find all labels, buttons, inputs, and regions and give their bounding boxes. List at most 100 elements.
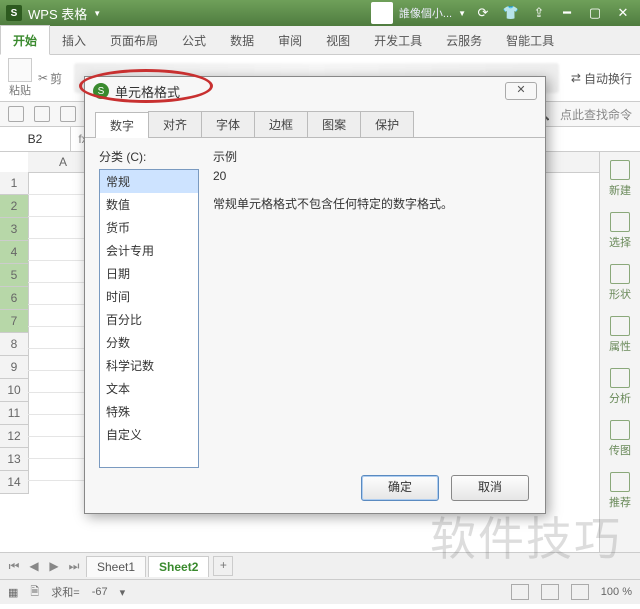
sidepanel-analyze[interactable]: 分析 [609, 368, 631, 406]
category-item[interactable]: 特殊 [100, 400, 198, 423]
row-header[interactable]: 5 [0, 264, 28, 287]
sheet-tab[interactable]: Sheet1 [86, 556, 146, 577]
paste-label: 粘贴 [9, 82, 31, 98]
row-header[interactable]: 8 [0, 333, 28, 356]
row-header[interactable]: 9 [0, 356, 28, 379]
ribbon-tab-9[interactable]: 智能工具 [494, 26, 566, 54]
user-avatar[interactable] [371, 2, 393, 24]
row-header[interactable]: 13 [0, 448, 28, 471]
category-item[interactable]: 时间 [100, 285, 198, 308]
app-logo: S [6, 5, 22, 21]
row-header[interactable]: 11 [0, 402, 28, 425]
save-icon[interactable] [34, 106, 50, 122]
category-item[interactable]: 分数 [100, 331, 198, 354]
image-icon [610, 420, 630, 440]
ribbon-tab-5[interactable]: 审阅 [266, 26, 314, 54]
skin-icon[interactable]: 👕 [500, 4, 522, 22]
user-dropdown-icon[interactable]: ▼ [458, 9, 466, 18]
analyze-icon [610, 368, 630, 388]
name-box[interactable]: B2 [0, 127, 71, 151]
open-icon[interactable] [8, 106, 24, 122]
dialog-tab-4[interactable]: 图案 [307, 111, 361, 137]
sheet-nav-prev[interactable]: ◀ [26, 559, 42, 573]
sheet-nav-first[interactable]: ⏮ [6, 559, 22, 574]
command-search-hint[interactable]: 点此查找命令 [560, 106, 632, 123]
row-header[interactable]: 14 [0, 471, 28, 494]
ribbon-tab-3[interactable]: 公式 [170, 26, 218, 54]
view-break[interactable] [571, 584, 589, 600]
ok-button[interactable]: 确定 [361, 475, 439, 501]
sidepanel-image[interactable]: 传图 [609, 420, 631, 458]
row-header[interactable]: 6 [0, 287, 28, 310]
category-label: 分类 (C): [99, 148, 199, 165]
category-item[interactable]: 日期 [100, 262, 198, 285]
print-icon[interactable] [60, 106, 76, 122]
category-item[interactable]: 文本 [100, 377, 198, 400]
sidepanel-label: 传图 [609, 442, 631, 458]
category-item[interactable]: 货币 [100, 216, 198, 239]
cancel-button[interactable]: 取消 [451, 475, 529, 501]
sidepanel-new[interactable]: 新建 [609, 160, 631, 198]
close-button[interactable]: ✕ [612, 4, 634, 22]
sum-value: -67 [92, 586, 108, 598]
category-list[interactable]: 常规数值货币会计专用日期时间百分比分数科学记数文本特殊自定义 [99, 169, 199, 468]
category-item[interactable]: 数值 [100, 193, 198, 216]
category-item[interactable]: 常规 [100, 170, 198, 193]
ribbon-tab-4[interactable]: 数据 [218, 26, 266, 54]
title-dropdown-icon[interactable]: ▼ [93, 9, 101, 18]
category-item[interactable]: 百分比 [100, 308, 198, 331]
dialog-tab-1[interactable]: 对齐 [148, 111, 202, 137]
add-sheet-button[interactable]: + [213, 556, 233, 576]
paste-button[interactable]: 粘贴 [8, 58, 32, 98]
sidepanel-recommend[interactable]: 推荐 [609, 472, 631, 510]
sidepanel-label: 选择 [609, 234, 631, 250]
sidepanel-label: 新建 [609, 182, 631, 198]
ribbon-tab-1[interactable]: 插入 [50, 26, 98, 54]
cloud-icon[interactable]: ⟳ [472, 4, 494, 22]
cut-button[interactable]: ✂ 剪 [38, 70, 62, 87]
autowrap-button[interactable]: ⇄ 自动换行 [571, 70, 632, 87]
example-value: 20 [213, 169, 531, 183]
category-item[interactable]: 科学记数 [100, 354, 198, 377]
ribbon-tab-7[interactable]: 开发工具 [362, 26, 434, 54]
ribbon-tab-2[interactable]: 页面布局 [98, 26, 170, 54]
share-icon[interactable]: ⇪ [528, 4, 550, 22]
recommend-icon [610, 472, 630, 492]
sheet-tab[interactable]: Sheet2 [148, 556, 209, 577]
layout-icon[interactable]: ▦ [8, 586, 18, 599]
autowrap-label: 自动换行 [584, 70, 632, 87]
zoom-value[interactable]: 100 % [601, 586, 632, 598]
row-header[interactable]: 7 [0, 310, 28, 333]
ribbon-tab-0[interactable]: 开始 [0, 25, 50, 55]
row-header[interactable]: 2 [0, 195, 28, 218]
doc-icon[interactable]: 🗎 [30, 583, 39, 602]
row-header[interactable]: 10 [0, 379, 28, 402]
dialog-tab-5[interactable]: 保护 [360, 111, 414, 137]
sidepanel-label: 分析 [609, 390, 631, 406]
sheet-nav-next[interactable]: ▶ [46, 559, 62, 573]
dialog-tab-3[interactable]: 边框 [254, 111, 308, 137]
category-item[interactable]: 自定义 [100, 423, 198, 446]
row-header[interactable]: 3 [0, 218, 28, 241]
sheet-nav-last[interactable]: ⏭ [66, 559, 82, 574]
scissors-icon: ✂ [38, 71, 48, 85]
dialog-tabs: 数字对齐字体边框图案保护 [85, 105, 545, 138]
status-dropdown-icon[interactable]: ▾ [120, 586, 126, 599]
row-header[interactable]: 12 [0, 425, 28, 448]
ribbon-tab-6[interactable]: 视图 [314, 26, 362, 54]
row-header[interactable]: 4 [0, 241, 28, 264]
dialog-tab-2[interactable]: 字体 [201, 111, 255, 137]
sidepanel-select[interactable]: 选择 [609, 212, 631, 250]
category-item[interactable]: 会计专用 [100, 239, 198, 262]
ribbon-tab-8[interactable]: 云服务 [434, 26, 494, 54]
row-header[interactable]: 1 [0, 172, 28, 195]
sidepanel-shape[interactable]: 形状 [609, 264, 631, 302]
view-normal[interactable] [511, 584, 529, 600]
view-page[interactable] [541, 584, 559, 600]
minimize-button[interactable]: ━ [556, 4, 578, 22]
user-name[interactable]: 誰像個小... [399, 5, 452, 21]
maximize-button[interactable]: ▢ [584, 4, 606, 22]
dialog-close-button[interactable]: ✕ [505, 82, 537, 100]
dialog-tab-0[interactable]: 数字 [95, 112, 149, 138]
sidepanel-props[interactable]: 属性 [609, 316, 631, 354]
